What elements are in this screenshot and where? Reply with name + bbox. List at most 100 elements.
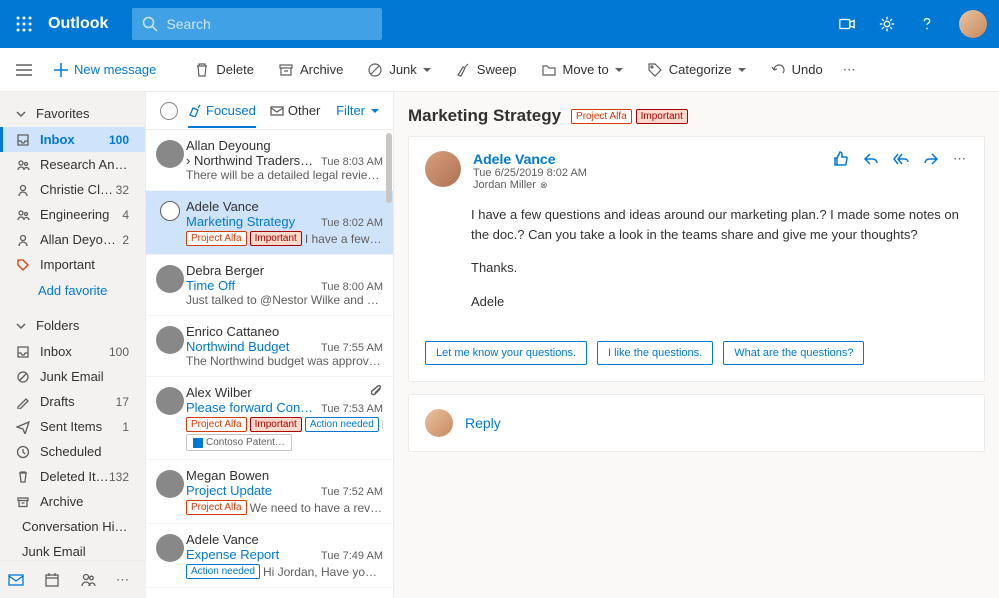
nav-engineering[interactable]: Engineering4 xyxy=(0,202,145,227)
message-item[interactable]: Adele VanceMarketing StrategyTue 8:02 AM… xyxy=(146,191,393,255)
folder-inbox[interactable]: Inbox100 xyxy=(0,339,145,364)
message-time: Tue 7:49 AM xyxy=(321,550,383,562)
category-tag[interactable]: Action needed xyxy=(186,564,260,579)
nav-allan[interactable]: Allan Deyoung2 xyxy=(0,227,145,252)
category-tag[interactable]: Project Alfa xyxy=(186,500,247,515)
like-icon[interactable] xyxy=(833,151,849,167)
categorize-button[interactable]: Categorize xyxy=(637,62,756,78)
folder-sent[interactable]: Sent Items1 xyxy=(0,414,145,439)
message-time: Tue 8:02 AM xyxy=(321,217,383,229)
sender-avatar[interactable] xyxy=(156,387,184,415)
folder-conversation-history[interactable]: Conversation History xyxy=(0,514,145,539)
message-item[interactable]: Alex WilberPlease forward Contoso pat…Tu… xyxy=(146,377,393,460)
add-favorite-button[interactable]: Add favorite xyxy=(0,277,145,304)
message-item[interactable]: Adele VanceExpense ReportTue 7:49 AMActi… xyxy=(146,524,393,588)
message-item[interactable]: Enrico CattaneoNorthwind BudgetTue 7:55 … xyxy=(146,316,393,377)
user-avatar[interactable] xyxy=(959,10,987,38)
junk-button[interactable]: Junk xyxy=(357,62,440,78)
module-more-button[interactable]: ⋯ xyxy=(116,572,131,588)
clock-icon xyxy=(16,445,30,459)
sender-avatar[interactable] xyxy=(156,265,184,293)
sender-name: Debra Berger xyxy=(186,263,383,278)
undo-button[interactable]: Undo xyxy=(760,62,833,78)
category-tag[interactable]: Project Alfa xyxy=(186,231,247,246)
plus-icon xyxy=(54,63,68,77)
forward-icon[interactable] xyxy=(923,151,939,167)
reply-all-icon[interactable] xyxy=(893,151,909,167)
folder-scheduled[interactable]: Scheduled xyxy=(0,439,145,464)
attachment-chip[interactable]: Contoso Patent… xyxy=(186,434,292,451)
help-icon[interactable] xyxy=(907,0,947,48)
nav-inbox[interactable]: Inbox100 xyxy=(0,127,145,152)
archive-button[interactable]: Archive xyxy=(268,62,353,78)
folders-header[interactable]: Folders xyxy=(0,312,145,339)
people-module-icon[interactable] xyxy=(80,572,96,588)
person-icon xyxy=(16,233,30,247)
new-message-button[interactable]: New message xyxy=(40,62,170,77)
select-ring[interactable] xyxy=(160,201,180,221)
settings-icon[interactable] xyxy=(867,0,907,48)
folder-junk[interactable]: Junk Email xyxy=(0,364,145,389)
category-tag[interactable]: Action needed xyxy=(305,417,379,432)
app-launcher[interactable] xyxy=(0,0,48,48)
sweep-button[interactable]: Sweep xyxy=(445,62,527,78)
category-tag[interactable]: Important xyxy=(250,231,302,246)
person-icon xyxy=(16,183,30,197)
select-all-toggle[interactable] xyxy=(160,102,178,120)
suggested-replies: Let me know your questions. I like the q… xyxy=(409,341,984,381)
mail-module-icon[interactable] xyxy=(8,572,24,588)
message-preview: The Northwind budget was approved at tod… xyxy=(186,354,383,368)
message-item[interactable]: Joni ShermanStatisticsTue 7:47 AMDo you … xyxy=(146,588,393,598)
move-to-button[interactable]: Move to xyxy=(531,62,633,78)
sender-avatar[interactable] xyxy=(156,326,184,354)
people-icon xyxy=(16,208,30,222)
nav-toggle[interactable] xyxy=(8,63,40,77)
tab-focused[interactable]: Focused xyxy=(188,95,256,128)
message-list[interactable]: Allan Deyoung› Northwind Traders Proposa… xyxy=(146,130,393,598)
search-input[interactable] xyxy=(166,16,372,32)
message-item[interactable]: Megan BowenProject UpdateTue 7:52 AMProj… xyxy=(146,460,393,524)
message-item[interactable]: Debra BergerTime OffTue 8:00 AMJust talk… xyxy=(146,255,393,316)
message-subject: Northwind Budget xyxy=(186,339,315,354)
folder-archive[interactable]: Archive xyxy=(0,489,145,514)
suggested-reply-1[interactable]: Let me know your questions. xyxy=(425,341,587,365)
category-tag[interactable]: Project Alfa xyxy=(571,109,632,124)
suggested-reply-3[interactable]: What are the questions? xyxy=(723,341,864,365)
category-tag[interactable]: Project Alfa xyxy=(186,417,247,432)
message-time: Tue 8:00 AM xyxy=(321,281,383,293)
recipients[interactable]: Jordan Miller⊗ xyxy=(473,179,833,191)
delete-button[interactable]: Delete xyxy=(184,62,264,78)
favorites-header[interactable]: Favorites xyxy=(0,100,145,127)
sender-name[interactable]: Adele Vance xyxy=(473,151,833,167)
search-box[interactable] xyxy=(132,8,382,40)
category-tag[interactable]: Important xyxy=(250,417,302,432)
sender-avatar[interactable] xyxy=(156,534,184,562)
people-icon xyxy=(16,158,30,172)
reply-icon[interactable] xyxy=(863,151,879,167)
nav-important[interactable]: Important xyxy=(0,252,145,277)
message-item[interactable]: Allan Deyoung› Northwind Traders Proposa… xyxy=(146,130,393,191)
filter-button[interactable]: Filter xyxy=(336,103,379,118)
message-more-button[interactable]: ⋯ xyxy=(953,151,968,191)
calendar-module-icon[interactable] xyxy=(44,572,60,588)
nav-research[interactable]: Research And Deve… xyxy=(0,152,145,177)
reply-label: Reply xyxy=(465,415,501,431)
meet-now-icon[interactable] xyxy=(827,0,867,48)
undo-icon xyxy=(770,62,786,78)
sender-avatar[interactable] xyxy=(156,470,184,498)
more-commands-button[interactable]: ⋯ xyxy=(833,62,868,78)
message-preview: I have a few questions… xyxy=(305,232,383,246)
nav-christie[interactable]: Christie Cline32 xyxy=(0,177,145,202)
tab-other[interactable]: Other xyxy=(270,95,321,127)
folder-drafts[interactable]: Drafts17 xyxy=(0,389,145,414)
category-tag[interactable]: Important xyxy=(636,109,688,124)
app-body: Favorites Inbox100 Research And Deve… Ch… xyxy=(0,92,999,598)
sender-name: Megan Bowen xyxy=(186,468,383,483)
sender-avatar[interactable] xyxy=(156,140,184,168)
list-scrollbar[interactable] xyxy=(385,130,393,598)
sender-avatar[interactable] xyxy=(425,151,461,187)
inbox-icon xyxy=(16,345,30,359)
reply-box[interactable]: Reply xyxy=(408,394,985,452)
suggested-reply-2[interactable]: I like the questions. xyxy=(597,341,713,365)
folder-deleted[interactable]: Deleted Items132 xyxy=(0,464,145,489)
